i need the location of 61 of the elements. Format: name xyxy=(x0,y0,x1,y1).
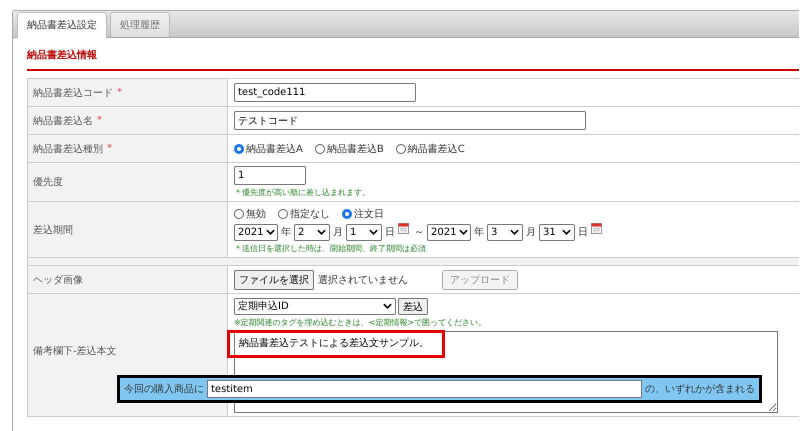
date-unit-label: 日 xyxy=(578,226,588,239)
field-label: 納品書差込コード xyxy=(33,86,113,100)
file-status-text: 選択されていません xyxy=(318,274,408,286)
radio-button[interactable] xyxy=(234,209,244,219)
radio-option[interactable]: 納品書差込A xyxy=(234,142,303,156)
dropdown[interactable]: 定期申込ID xyxy=(234,298,396,314)
range-separator: ～ xyxy=(414,226,424,239)
dropdown[interactable]: 2021 xyxy=(234,224,278,240)
radio-option[interactable]: 無効 xyxy=(234,207,266,221)
condition-suffix-text: の、いずれかが含まれる xyxy=(645,382,755,396)
field-label: 納品書差込種別 xyxy=(33,142,103,156)
upload-button: アップロード xyxy=(442,270,518,290)
chevron-down-icon xyxy=(317,229,326,235)
calendar-icon[interactable] xyxy=(398,223,409,234)
chevron-down-icon xyxy=(383,303,392,309)
radio-button[interactable] xyxy=(234,144,244,154)
calendar-icon[interactable] xyxy=(591,223,602,234)
chevron-down-icon xyxy=(266,229,276,235)
text-field[interactable]: テストコード xyxy=(234,111,586,130)
dropdown[interactable]: 31 xyxy=(539,224,575,240)
date-unit-label: 年 xyxy=(281,226,291,239)
radio-option[interactable]: 納品書差込B xyxy=(314,142,384,156)
section-title: 納品書差込情報 xyxy=(27,38,799,71)
date-unit-label: 年 xyxy=(474,226,484,239)
priority-field[interactable]: 1 xyxy=(234,166,306,185)
required-mark: * xyxy=(117,87,122,98)
choose-file-button[interactable]: ファイルを選択 xyxy=(234,270,314,290)
chevron-down-icon xyxy=(562,229,571,235)
field-label: 優先度 xyxy=(33,176,63,189)
date-unit-label: 月 xyxy=(333,226,343,239)
dropdown[interactable]: 3 xyxy=(487,224,523,240)
hint-text: ※定期関連のタグを埋め込むときは、<定期情報>で囲ってください。 xyxy=(234,317,488,328)
chevron-down-icon xyxy=(510,229,519,235)
hint-text: ＊送信日を選択した時は、開始期間、終了期間は必須 xyxy=(234,243,427,254)
radio-option[interactable]: 指定なし xyxy=(278,207,330,221)
dropdown[interactable]: 2021 xyxy=(427,224,471,240)
radio-option[interactable]: 納品書差込C xyxy=(396,142,465,156)
keyword-field[interactable]: testitem xyxy=(207,380,642,398)
required-mark: * xyxy=(97,115,102,126)
tab[interactable]: 納品書差込設定 xyxy=(17,12,107,38)
tab[interactable]: 処理履歴 xyxy=(110,12,170,37)
condition-prefix-text: 今回の購入商品に xyxy=(124,382,204,396)
radio-button[interactable] xyxy=(314,144,325,154)
radio-button[interactable] xyxy=(278,209,288,219)
chevron-down-icon xyxy=(459,229,468,235)
radio-option[interactable]: 注文日 xyxy=(342,207,384,221)
date-unit-label: 月 xyxy=(526,226,536,239)
dropdown[interactable]: 2 xyxy=(294,224,330,240)
text-field[interactable]: test_code111 xyxy=(234,83,416,102)
field-label: 納品書差込名 xyxy=(33,114,93,128)
radio-button[interactable] xyxy=(342,209,352,219)
radio-button[interactable] xyxy=(396,144,406,154)
date-unit-label: 日 xyxy=(385,226,395,239)
field-label: 備考欄下-差込本文 xyxy=(33,344,117,358)
insert-button[interactable]: 差込 xyxy=(398,298,428,314)
required-mark: * xyxy=(107,143,112,154)
field-label: 差込期間 xyxy=(33,224,73,236)
chevron-down-icon xyxy=(369,229,378,235)
dropdown[interactable]: 1 xyxy=(346,224,382,240)
hint-text: ＊優先度が高い順に差し込まれます。 xyxy=(234,187,370,198)
field-label: ヘッダ画像 xyxy=(33,274,83,286)
